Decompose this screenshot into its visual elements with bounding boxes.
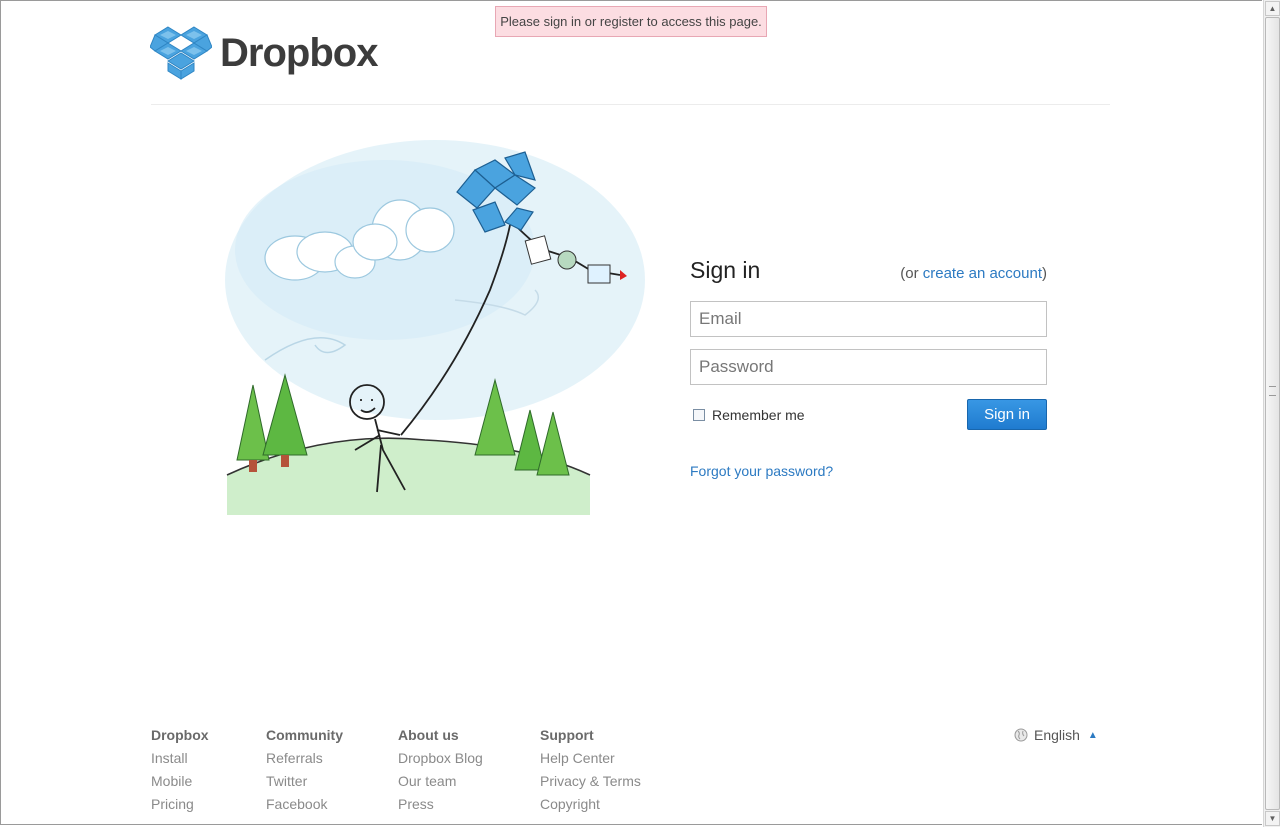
footer-link-team[interactable]: Our team <box>398 773 483 796</box>
footer-heading[interactable]: Support <box>540 727 641 750</box>
signin-title: Sign in <box>690 257 761 283</box>
create-account-suffix: ) <box>1042 265 1047 282</box>
forgot-password-link[interactable]: Forgot your password? <box>690 463 833 479</box>
footer-link-twitter[interactable]: Twitter <box>266 773 343 796</box>
footer-link-referrals[interactable]: Referrals <box>266 750 343 773</box>
logo-wordmark: Dropbox <box>220 30 378 75</box>
dropbox-box-icon <box>150 26 212 80</box>
footer-link-pricing[interactable]: Pricing <box>151 796 209 819</box>
flash-message: Please sign in or register to access thi… <box>495 6 767 37</box>
scroll-up-icon[interactable]: ▲ <box>1265 1 1280 16</box>
footer-link-press[interactable]: Press <box>398 796 483 819</box>
footer-column-dropbox: Dropbox Install Mobile Pricing <box>151 727 209 819</box>
footer-link-mobile[interactable]: Mobile <box>151 773 209 796</box>
footer-column-community: Community Referrals Twitter Facebook <box>266 727 343 819</box>
kite-illustration <box>225 140 645 515</box>
remember-me-checkbox[interactable] <box>693 409 705 421</box>
language-label[interactable]: English <box>1034 727 1080 743</box>
dropbox-logo[interactable]: Dropbox <box>150 24 378 82</box>
vertical-scrollbar[interactable]: ▲ ▼ <box>1263 0 1280 827</box>
footer-link-facebook[interactable]: Facebook <box>266 796 343 819</box>
footer-link-copyright[interactable]: Copyright <box>540 796 641 819</box>
footer-link-blog[interactable]: Dropbox Blog <box>398 750 483 773</box>
create-account-link[interactable]: create an account <box>923 265 1042 282</box>
footer-column-support: Support Help Center Privacy & Terms Copy… <box>540 727 641 819</box>
header-divider <box>151 104 1110 105</box>
footer-column-about: About us Dropbox Blog Our team Press <box>398 727 483 819</box>
language-selector[interactable]: English ▲ <box>1014 727 1098 743</box>
footer-link-install[interactable]: Install <box>151 750 209 773</box>
caret-up-icon[interactable]: ▲ <box>1088 730 1098 741</box>
email-field[interactable] <box>690 301 1047 337</box>
footer-link-privacy[interactable]: Privacy & Terms <box>540 773 641 796</box>
scroll-down-icon[interactable]: ▼ <box>1265 811 1280 826</box>
footer-heading[interactable]: Community <box>266 727 343 750</box>
footer-heading[interactable]: About us <box>398 727 483 750</box>
footer-heading[interactable]: Dropbox <box>151 727 209 750</box>
remember-me[interactable]: Remember me <box>693 407 805 423</box>
create-account-prefix: (or <box>900 265 923 282</box>
footer-link-help[interactable]: Help Center <box>540 750 641 773</box>
create-account-prompt: (or create an account) <box>900 265 1047 282</box>
scrollbar-thumb[interactable] <box>1265 17 1280 810</box>
remember-me-label[interactable]: Remember me <box>712 407 805 423</box>
sign-in-button[interactable]: Sign in <box>967 399 1047 430</box>
globe-icon <box>1014 728 1028 742</box>
password-field[interactable] <box>690 349 1047 385</box>
